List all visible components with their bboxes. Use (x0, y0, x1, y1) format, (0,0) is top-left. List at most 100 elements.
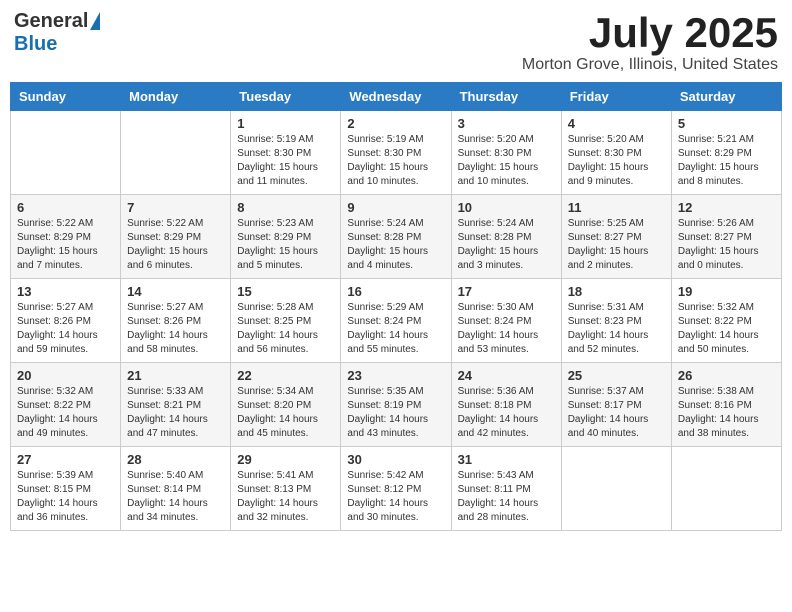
day-info: Sunrise: 5:38 AM Sunset: 8:16 PM Dayligh… (678, 385, 775, 441)
calendar-cell: 11 Sunrise: 5:25 AM Sunset: 8:27 PM Dayli… (561, 195, 671, 279)
day-info: Sunrise: 5:21 AM Sunset: 8:29 PM Dayligh… (678, 133, 775, 189)
calendar-cell: 22 Sunrise: 5:34 AM Sunset: 8:20 PM Dayli… (231, 363, 341, 447)
day-number: 14 (127, 284, 224, 299)
calendar-cell: 14 Sunrise: 5:27 AM Sunset: 8:26 PM Dayli… (121, 279, 231, 363)
day-number: 12 (678, 200, 775, 215)
day-info: Sunrise: 5:24 AM Sunset: 8:28 PM Dayligh… (347, 217, 444, 273)
calendar-day-header: Tuesday (231, 83, 341, 111)
day-info: Sunrise: 5:32 AM Sunset: 8:22 PM Dayligh… (17, 385, 114, 441)
day-number: 20 (17, 368, 114, 383)
page-header: General Blue July 2025 Morton Grove, Ill… (10, 10, 782, 74)
logo: General Blue (14, 10, 100, 56)
calendar-day-header: Friday (561, 83, 671, 111)
calendar-cell: 31 Sunrise: 5:43 AM Sunset: 8:11 PM Dayli… (451, 447, 561, 531)
calendar-day-header: Saturday (671, 83, 781, 111)
day-info: Sunrise: 5:19 AM Sunset: 8:30 PM Dayligh… (237, 133, 334, 189)
day-number: 18 (568, 284, 665, 299)
calendar-cell: 19 Sunrise: 5:32 AM Sunset: 8:22 PM Dayli… (671, 279, 781, 363)
day-info: Sunrise: 5:34 AM Sunset: 8:20 PM Dayligh… (237, 385, 334, 441)
day-info: Sunrise: 5:31 AM Sunset: 8:23 PM Dayligh… (568, 301, 665, 357)
calendar-week-row: 1 Sunrise: 5:19 AM Sunset: 8:30 PM Daylig… (11, 111, 782, 195)
logo-general-text: General (14, 10, 88, 33)
day-number: 23 (347, 368, 444, 383)
day-number: 16 (347, 284, 444, 299)
day-number: 3 (458, 116, 555, 131)
day-number: 1 (237, 116, 334, 131)
day-info: Sunrise: 5:20 AM Sunset: 8:30 PM Dayligh… (458, 133, 555, 189)
calendar-cell: 20 Sunrise: 5:32 AM Sunset: 8:22 PM Dayli… (11, 363, 121, 447)
day-info: Sunrise: 5:26 AM Sunset: 8:27 PM Dayligh… (678, 217, 775, 273)
calendar-day-header: Monday (121, 83, 231, 111)
calendar-cell (671, 447, 781, 531)
day-number: 6 (17, 200, 114, 215)
day-info: Sunrise: 5:27 AM Sunset: 8:26 PM Dayligh… (127, 301, 224, 357)
day-number: 29 (237, 452, 334, 467)
calendar-cell: 15 Sunrise: 5:28 AM Sunset: 8:25 PM Dayli… (231, 279, 341, 363)
logo-blue-text: Blue (14, 33, 57, 56)
day-number: 11 (568, 200, 665, 215)
day-info: Sunrise: 5:30 AM Sunset: 8:24 PM Dayligh… (458, 301, 555, 357)
calendar-cell (121, 111, 231, 195)
day-info: Sunrise: 5:19 AM Sunset: 8:30 PM Dayligh… (347, 133, 444, 189)
calendar-cell (11, 111, 121, 195)
day-number: 9 (347, 200, 444, 215)
calendar-cell: 26Sunrise: 5:38 AM Sunset: 8:16 PM Dayli… (671, 363, 781, 447)
day-info: Sunrise: 5:42 AM Sunset: 8:12 PM Dayligh… (347, 469, 444, 525)
calendar-cell: 18 Sunrise: 5:31 AM Sunset: 8:23 PM Dayli… (561, 279, 671, 363)
day-number: 31 (458, 452, 555, 467)
page-subtitle: Morton Grove, Illinois, United States (522, 56, 778, 74)
calendar-cell: 23 Sunrise: 5:35 AM Sunset: 8:19 PM Dayli… (341, 363, 451, 447)
day-number: 19 (678, 284, 775, 299)
calendar-cell: 27Sunrise: 5:39 AM Sunset: 8:15 PM Dayli… (11, 447, 121, 531)
day-number: 30 (347, 452, 444, 467)
day-number: 15 (237, 284, 334, 299)
title-section: July 2025 Morton Grove, Illinois, United… (522, 10, 778, 74)
day-info: Sunrise: 5:43 AM Sunset: 8:11 PM Dayligh… (458, 469, 555, 525)
day-info: Sunrise: 5:33 AM Sunset: 8:21 PM Dayligh… (127, 385, 224, 441)
calendar-day-header: Wednesday (341, 83, 451, 111)
logo-triangle-icon (90, 12, 100, 30)
day-number: 24 (458, 368, 555, 383)
calendar-cell: 4Sunrise: 5:20 AM Sunset: 8:30 PM Daylig… (561, 111, 671, 195)
calendar-cell: 6 Sunrise: 5:22 AM Sunset: 8:29 PM Daylig… (11, 195, 121, 279)
calendar-header-row: SundayMondayTuesdayWednesdayThursdayFrid… (11, 83, 782, 111)
day-number: 17 (458, 284, 555, 299)
calendar-cell: 16 Sunrise: 5:29 AM Sunset: 8:24 PM Dayli… (341, 279, 451, 363)
page-title: July 2025 (522, 10, 778, 56)
calendar-cell: 13Sunrise: 5:27 AM Sunset: 8:26 PM Dayli… (11, 279, 121, 363)
day-number: 21 (127, 368, 224, 383)
day-info: Sunrise: 5:35 AM Sunset: 8:19 PM Dayligh… (347, 385, 444, 441)
calendar-cell: 5 Sunrise: 5:21 AM Sunset: 8:29 PM Daylig… (671, 111, 781, 195)
calendar-cell: 10Sunrise: 5:24 AM Sunset: 8:28 PM Dayli… (451, 195, 561, 279)
calendar-table: SundayMondayTuesdayWednesdayThursdayFrid… (10, 82, 782, 531)
day-info: Sunrise: 5:41 AM Sunset: 8:13 PM Dayligh… (237, 469, 334, 525)
calendar-cell: 21 Sunrise: 5:33 AM Sunset: 8:21 PM Dayli… (121, 363, 231, 447)
day-info: Sunrise: 5:39 AM Sunset: 8:15 PM Dayligh… (17, 469, 114, 525)
calendar-cell: 30 Sunrise: 5:42 AM Sunset: 8:12 PM Dayli… (341, 447, 451, 531)
day-number: 5 (678, 116, 775, 131)
day-info: Sunrise: 5:23 AM Sunset: 8:29 PM Dayligh… (237, 217, 334, 273)
day-info: Sunrise: 5:28 AM Sunset: 8:25 PM Dayligh… (237, 301, 334, 357)
calendar-week-row: 20 Sunrise: 5:32 AM Sunset: 8:22 PM Dayli… (11, 363, 782, 447)
calendar-cell: 25 Sunrise: 5:37 AM Sunset: 8:17 PM Dayli… (561, 363, 671, 447)
day-number: 10 (458, 200, 555, 215)
calendar-week-row: 6 Sunrise: 5:22 AM Sunset: 8:29 PM Daylig… (11, 195, 782, 279)
day-info: Sunrise: 5:20 AM Sunset: 8:30 PM Dayligh… (568, 133, 665, 189)
day-info: Sunrise: 5:32 AM Sunset: 8:22 PM Dayligh… (678, 301, 775, 357)
day-number: 13 (17, 284, 114, 299)
day-info: Sunrise: 5:40 AM Sunset: 8:14 PM Dayligh… (127, 469, 224, 525)
day-number: 28 (127, 452, 224, 467)
calendar-cell: 1 Sunrise: 5:19 AM Sunset: 8:30 PM Daylig… (231, 111, 341, 195)
day-number: 22 (237, 368, 334, 383)
day-number: 25 (568, 368, 665, 383)
calendar-cell (561, 447, 671, 531)
calendar-cell: 2Sunrise: 5:19 AM Sunset: 8:30 PM Daylig… (341, 111, 451, 195)
calendar-cell: 12 Sunrise: 5:26 AM Sunset: 8:27 PM Dayli… (671, 195, 781, 279)
day-info: Sunrise: 5:29 AM Sunset: 8:24 PM Dayligh… (347, 301, 444, 357)
calendar-cell: 29 Sunrise: 5:41 AM Sunset: 8:13 PM Dayli… (231, 447, 341, 531)
calendar-week-row: 27Sunrise: 5:39 AM Sunset: 8:15 PM Dayli… (11, 447, 782, 531)
day-info: Sunrise: 5:25 AM Sunset: 8:27 PM Dayligh… (568, 217, 665, 273)
day-info: Sunrise: 5:37 AM Sunset: 8:17 PM Dayligh… (568, 385, 665, 441)
calendar-cell: 28 Sunrise: 5:40 AM Sunset: 8:14 PM Dayli… (121, 447, 231, 531)
day-info: Sunrise: 5:22 AM Sunset: 8:29 PM Dayligh… (17, 217, 114, 273)
